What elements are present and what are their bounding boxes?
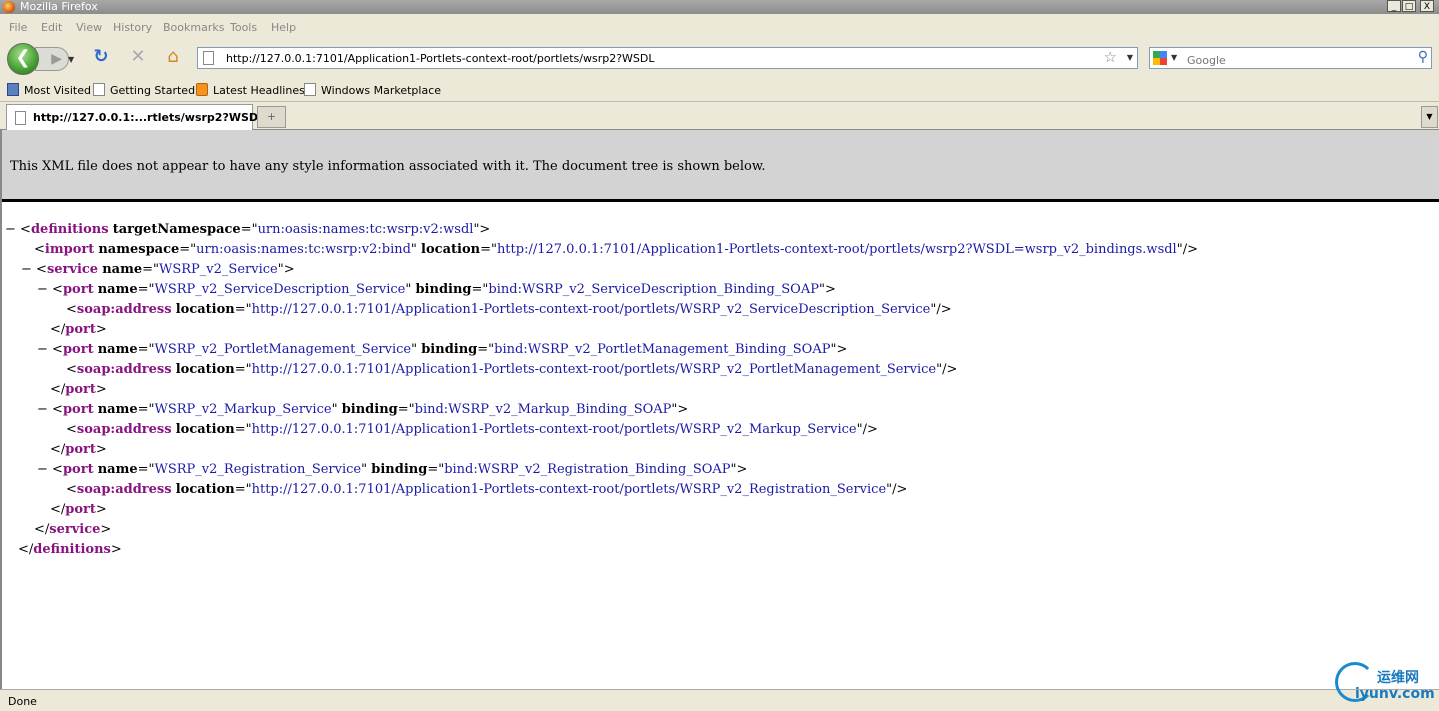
page-icon bbox=[15, 111, 26, 125]
xml-import: <import namespace="urn:oasis:names:tc:ws… bbox=[34, 242, 1198, 257]
bookmarks-toolbar: Most Visited Getting Started Latest Head… bbox=[0, 77, 1439, 102]
list-all-tabs-button[interactable]: ▼ bbox=[1421, 106, 1438, 128]
xml-port-close: </port> bbox=[50, 442, 107, 457]
search-bar[interactable]: ▼ ⚲ bbox=[1149, 47, 1432, 69]
menu-view[interactable]: View bbox=[76, 21, 102, 34]
collapse-toggle[interactable]: − bbox=[37, 342, 48, 357]
menu-help[interactable]: Help bbox=[271, 21, 296, 34]
bookmark-star-icon[interactable]: ☆ bbox=[1104, 48, 1117, 66]
xml-info-banner: This XML file does not appear to have an… bbox=[2, 130, 1439, 202]
page-icon bbox=[304, 83, 316, 96]
xml-port-open: − <port name="WSRP_v2_ServiceDescription… bbox=[37, 282, 836, 297]
xml-info-message: This XML file does not appear to have an… bbox=[10, 159, 766, 174]
url-bar[interactable]: http://127.0.0.1:7101/Application1-Portl… bbox=[197, 47, 1138, 69]
maximize-button[interactable]: □ bbox=[1402, 0, 1416, 12]
content-border bbox=[0, 130, 2, 689]
watermark-en-text: iyunv.com bbox=[1355, 686, 1435, 702]
forward-button[interactable]: ▶ bbox=[35, 47, 69, 71]
xml-port-open: − <port name="WSRP_v2_Registration_Servi… bbox=[37, 462, 748, 477]
xml-port-open: − <port name="WSRP_v2_PortletManagement_… bbox=[37, 342, 848, 357]
bookmark-latest-headlines[interactable]: Latest Headlines bbox=[196, 83, 305, 97]
status-text: Done bbox=[8, 695, 37, 708]
xml-service-open: − <service name="WSRP_v2_Service"> bbox=[21, 262, 295, 277]
menu-history[interactable]: History bbox=[113, 21, 152, 34]
stop-icon[interactable]: ✕ bbox=[127, 46, 149, 68]
menu-bookmarks[interactable]: Bookmarks bbox=[163, 21, 224, 34]
xml-definitions-open: − <definitions targetNamespace="urn:oasi… bbox=[5, 222, 491, 237]
menu-edit[interactable]: Edit bbox=[41, 21, 62, 34]
bookmark-most-visited[interactable]: Most Visited bbox=[7, 83, 91, 97]
watermark-cn-text: 运维网 bbox=[1377, 670, 1419, 686]
menu-file[interactable]: File bbox=[9, 21, 27, 34]
collapse-toggle[interactable]: − bbox=[5, 222, 16, 237]
site-watermark-logo: 运维网 iyunv.com bbox=[1335, 662, 1435, 708]
history-dropdown-icon[interactable]: ▼ bbox=[68, 55, 74, 64]
window-title: Mozilla Firefox bbox=[20, 0, 98, 13]
collapse-toggle[interactable]: − bbox=[21, 262, 32, 277]
xml-definitions-close: </definitions> bbox=[18, 542, 122, 557]
rss-feed-icon bbox=[196, 83, 208, 96]
back-button[interactable]: ❮ bbox=[7, 43, 39, 75]
xml-soap-address: <soap:address location="http://127.0.0.1… bbox=[66, 422, 878, 437]
chevron-down-icon: ▼ bbox=[1426, 112, 1433, 121]
xml-soap-address: <soap:address location="http://127.0.0.1… bbox=[66, 302, 952, 317]
search-input[interactable] bbox=[1187, 53, 1407, 67]
menu-bar: File Edit View History Bookmarks Tools H… bbox=[0, 14, 1439, 39]
new-tab-button[interactable]: + bbox=[257, 106, 286, 128]
bookmark-windows-marketplace[interactable]: Windows Marketplace bbox=[304, 83, 441, 97]
url-dropdown-icon[interactable]: ▼ bbox=[1127, 53, 1133, 62]
collapse-toggle[interactable]: − bbox=[37, 282, 48, 297]
tab-title: http://127.0.0.1:...rtlets/wsrp2?WSDL bbox=[33, 111, 266, 124]
google-engine-icon[interactable] bbox=[1153, 51, 1167, 65]
firefox-logo-icon bbox=[3, 1, 15, 13]
xml-port-close: </port> bbox=[50, 322, 107, 337]
status-bar: Done bbox=[0, 689, 1439, 711]
forward-arrow-icon: ▶ bbox=[51, 51, 62, 67]
url-text[interactable]: http://127.0.0.1:7101/Application1-Portl… bbox=[226, 52, 655, 65]
collapse-toggle[interactable]: − bbox=[37, 462, 48, 477]
engine-dropdown-icon[interactable]: ▼ bbox=[1171, 53, 1177, 62]
bookmark-getting-started[interactable]: Getting Started bbox=[93, 83, 195, 97]
collapse-toggle[interactable]: − bbox=[37, 402, 48, 417]
menu-tools[interactable]: Tools bbox=[230, 21, 257, 34]
search-icon[interactable]: ⚲ bbox=[1418, 49, 1428, 65]
back-arrow-icon: ❮ bbox=[15, 47, 31, 68]
xml-port-open: − <port name="WSRP_v2_Markup_Service" bi… bbox=[37, 402, 689, 417]
page-icon bbox=[203, 51, 214, 65]
most-visited-icon bbox=[7, 83, 19, 96]
xml-port-close: </port> bbox=[50, 382, 107, 397]
plus-icon: + bbox=[266, 110, 277, 123]
page-icon bbox=[93, 83, 105, 96]
tab-wsdl[interactable]: http://127.0.0.1:...rtlets/wsrp2?WSDL bbox=[6, 104, 265, 130]
close-button[interactable]: X bbox=[1420, 0, 1434, 12]
title-bar: Mozilla Firefox _ □ X bbox=[0, 0, 1439, 14]
xml-soap-address: <soap:address location="http://127.0.0.1… bbox=[66, 362, 958, 377]
reload-icon[interactable]: ↻ bbox=[90, 46, 112, 68]
xml-port-close: </port> bbox=[50, 502, 107, 517]
minimize-button[interactable]: _ bbox=[1387, 0, 1401, 12]
xml-service-close: </service> bbox=[34, 522, 112, 537]
home-icon[interactable]: ⌂ bbox=[162, 46, 184, 68]
xml-soap-address: <soap:address location="http://127.0.0.1… bbox=[66, 482, 908, 497]
